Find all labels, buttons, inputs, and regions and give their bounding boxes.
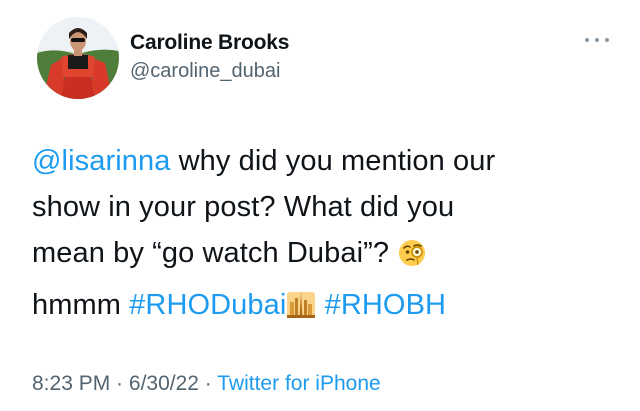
mention-link[interactable]: @lisarinna: [32, 145, 170, 177]
author-handle[interactable]: @caroline_dubai: [130, 60, 280, 83]
avatar-photo: [37, 17, 119, 99]
tweet-date[interactable]: 6/30/22: [129, 372, 199, 395]
tweet-source-link[interactable]: Twitter for iPhone: [217, 372, 380, 395]
author-display-name[interactable]: Caroline Brooks: [130, 31, 289, 55]
tweet-text-line-3: mean by “go watch Dubai”?: [32, 237, 398, 269]
hashtag-rhodubai[interactable]: #RHODubai: [129, 289, 286, 321]
meta-separator: ·: [110, 372, 129, 395]
meta-separator: ·: [198, 372, 218, 395]
tweet-card: Caroline Brooks @caroline_dubai @lisarin…: [0, 0, 640, 411]
tweet-text: @lisarinna why did you mention our show …: [32, 138, 622, 334]
tweet-text-line-1: why did you mention our: [170, 145, 496, 177]
tweet-text-line-2: show in your post? What did you: [32, 191, 455, 223]
avatar[interactable]: [37, 17, 119, 99]
more-options-icon[interactable]: [583, 34, 611, 46]
hashtag-rhobh[interactable]: #RHOBH: [325, 289, 446, 321]
face-with-monocle-icon: [397, 236, 427, 282]
tweet-text-line-4: hmmm: [32, 289, 130, 321]
tweet-time[interactable]: 8:23 PM: [32, 372, 110, 395]
tweet-meta: 8:23 PM · 6/30/22 · Twitter for iPhone: [32, 372, 381, 396]
cityscape-icon: [286, 288, 316, 334]
